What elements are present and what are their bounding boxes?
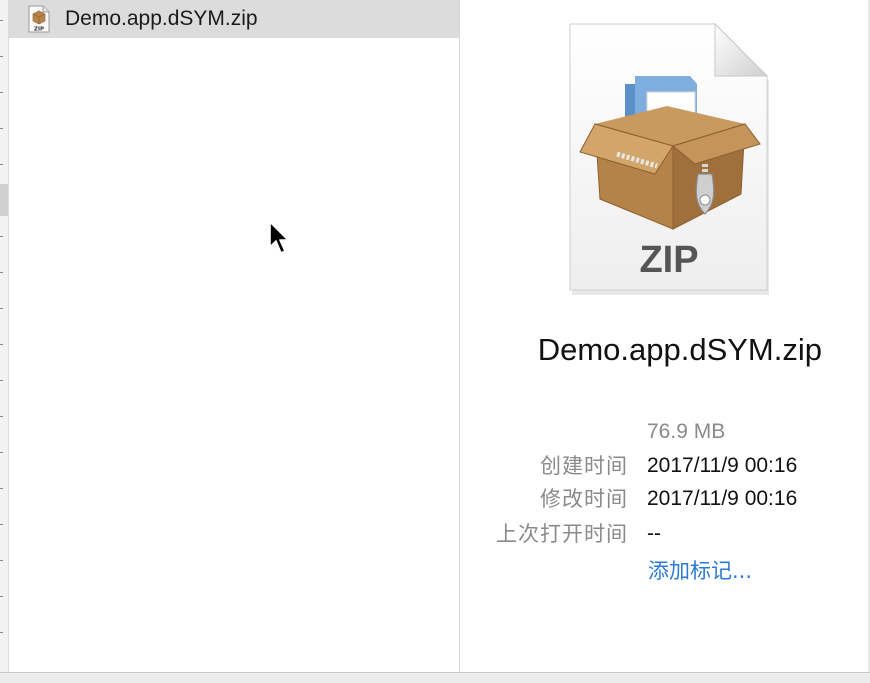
column-tick (0, 128, 3, 129)
window-bottom-bar (0, 672, 870, 683)
file-list-item[interactable]: ZIP Demo.app.dSYM.zip (9, 0, 459, 38)
add-tags-link[interactable]: 添加标记... (648, 555, 752, 585)
file-name-label: Demo.app.dSYM.zip (65, 7, 258, 30)
info-created-row: 创建时间 2017/11/9 00:16 (460, 450, 870, 482)
file-list-pane (0, 0, 459, 672)
column-tick (0, 452, 3, 453)
modified-label: 修改时间 (540, 487, 628, 511)
column-tick (0, 56, 3, 57)
zip-archive-icon: ZIP (569, 22, 769, 295)
last-opened-value: -- (647, 522, 661, 545)
zip-archive-icon: ZIP (28, 5, 50, 33)
column-tick (0, 308, 3, 309)
column-tick (0, 380, 3, 381)
previous-column-selection (0, 184, 8, 216)
column-tick (0, 632, 3, 633)
column-tick (0, 20, 3, 21)
file-size-value: 76.9 MB (647, 420, 726, 443)
column-tick (0, 596, 3, 597)
column-tick (0, 164, 3, 165)
preview-file-name: Demo.app.dSYM.zip (537, 332, 822, 367)
created-value: 2017/11/9 00:16 (647, 454, 798, 477)
column-tick (0, 416, 3, 417)
column-tick (0, 524, 3, 525)
previous-column-edge[interactable] (0, 0, 9, 672)
info-modified-row: 修改时间 2017/11/9 00:16 (460, 483, 870, 515)
column-tick (0, 236, 3, 237)
column-tick (0, 272, 3, 273)
column-tick (0, 344, 3, 345)
created-label: 创建时间 (540, 454, 628, 478)
zip-badge-label: ZIP (639, 239, 698, 281)
last-opened-label: 上次打开时间 (496, 522, 628, 546)
info-last-opened-row: 上次打开时间 -- (460, 518, 870, 550)
column-tick (0, 560, 3, 561)
mouse-pointer-icon (269, 221, 289, 254)
svg-text:ZIP: ZIP (34, 27, 44, 33)
column-divider[interactable] (459, 0, 460, 672)
column-tick (0, 92, 3, 93)
modified-value: 2017/11/9 00:16 (647, 487, 798, 510)
info-size-row: 76.9 MB (460, 416, 870, 448)
column-tick (0, 488, 3, 489)
